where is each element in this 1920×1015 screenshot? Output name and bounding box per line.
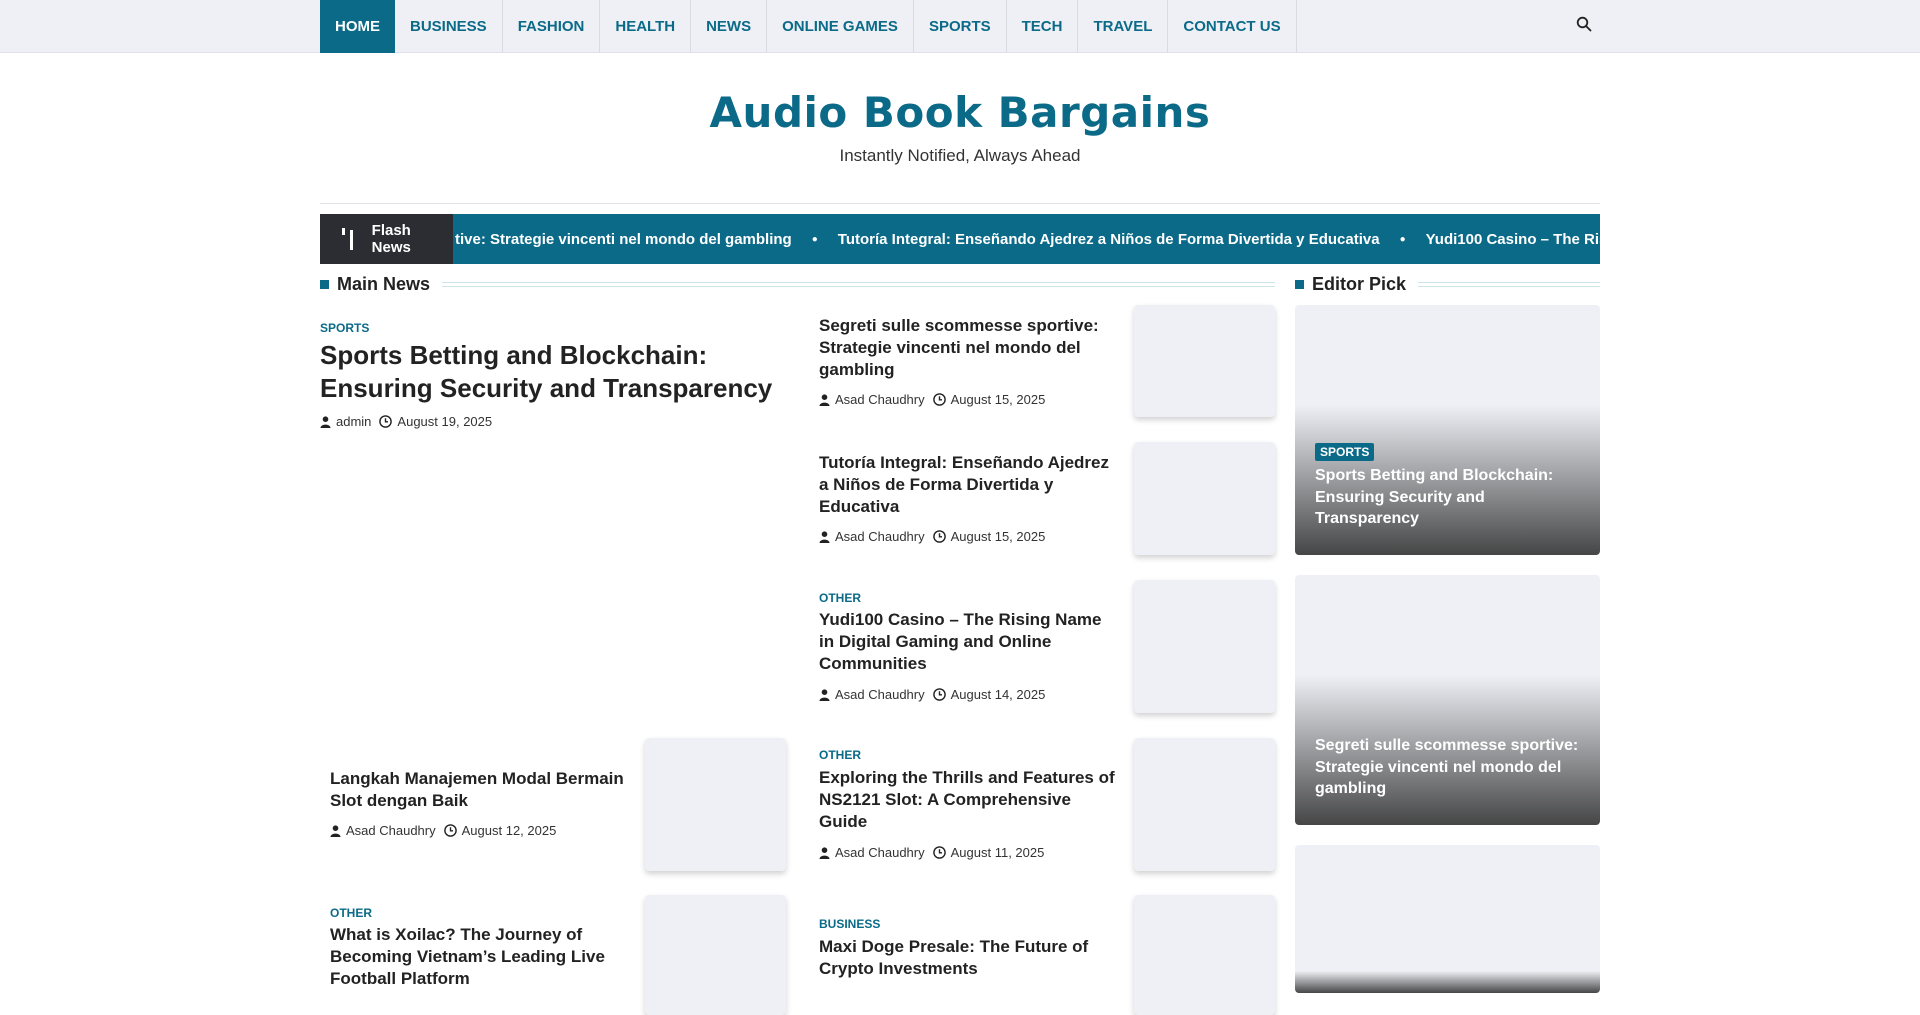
nav-item-health[interactable]: HEALTH bbox=[600, 0, 692, 53]
nav-item-contact-us[interactable]: CONTACT US bbox=[1168, 0, 1297, 53]
article-date[interactable]: August 14, 2025 bbox=[951, 687, 1046, 702]
article-thumbnail[interactable] bbox=[645, 895, 786, 1015]
category-badge[interactable]: SPORTS bbox=[1315, 443, 1375, 461]
article-category[interactable]: BUSINESS bbox=[819, 917, 880, 931]
article-date[interactable]: August 12, 2025 bbox=[462, 823, 557, 838]
nav-item-tech[interactable]: TECH bbox=[1007, 0, 1079, 53]
nav-item-home[interactable]: HOME bbox=[320, 0, 395, 53]
article-category[interactable]: OTHER bbox=[330, 906, 372, 920]
article-meta: Asad Chaudhry August 15, 2025 bbox=[819, 392, 1045, 407]
article-author[interactable]: Asad Chaudhry bbox=[835, 687, 925, 702]
clock-icon bbox=[932, 688, 946, 701]
user-icon bbox=[819, 393, 830, 406]
article-date-wrap: August 11, 2025 bbox=[932, 845, 1045, 860]
heading-marker bbox=[1295, 279, 1304, 289]
article-author[interactable]: Asad Chaudhry bbox=[835, 529, 925, 544]
article-date[interactable]: August 11, 2025 bbox=[951, 845, 1045, 860]
clock-icon bbox=[379, 415, 393, 428]
top-navigation-bar: HOME BUSINESS FASHION HEALTH NEWS ONLINE… bbox=[0, 0, 1920, 53]
card-overlay bbox=[1295, 970, 1600, 993]
flash-icon bbox=[340, 228, 362, 250]
nav-item-business[interactable]: BUSINESS bbox=[395, 0, 503, 53]
flash-news-ticker: Flash News tive: Strategie vincenti nel … bbox=[320, 214, 1600, 264]
editor-pick-card[interactable]: Segreti sulle scommesse sportive: Strate… bbox=[1295, 575, 1600, 825]
header-divider bbox=[320, 203, 1600, 204]
article-date-wrap: August 15, 2025 bbox=[932, 529, 1046, 544]
flash-news-item[interactable]: Yudi100 Casino – The Rising Na bbox=[1426, 231, 1600, 248]
article-author[interactable]: Asad Chaudhry bbox=[346, 823, 436, 838]
flash-news-item[interactable]: Tutoría Integral: Enseñando Ajedrez a Ni… bbox=[838, 231, 1380, 248]
user-icon bbox=[819, 530, 830, 543]
clock-icon bbox=[932, 846, 946, 859]
clock-icon bbox=[932, 393, 946, 406]
clock-icon bbox=[932, 530, 946, 543]
site-tagline: Instantly Notified, Always Ahead bbox=[839, 146, 1081, 165]
nav-item-news[interactable]: NEWS bbox=[691, 0, 768, 53]
user-icon bbox=[819, 846, 830, 859]
editor-pick-title[interactable]: Segreti sulle scommesse sportive: Strate… bbox=[1315, 735, 1580, 800]
article-date-wrap: August 12, 2025 bbox=[443, 823, 557, 838]
featured-title[interactable]: Sports Betting and Blockchain: Ensuring … bbox=[320, 339, 790, 406]
article-title[interactable]: Tutoría Integral: Enseñando Ajedrez a Ni… bbox=[819, 452, 1119, 518]
article-thumbnail[interactable] bbox=[1134, 305, 1275, 417]
user-icon bbox=[320, 415, 331, 428]
article-meta: Asad Chaudhry August 15, 2025 bbox=[819, 529, 1045, 544]
main-menu: HOME BUSINESS FASHION HEALTH NEWS ONLINE… bbox=[320, 0, 1297, 53]
flash-news-label: Flash News bbox=[320, 214, 453, 264]
main-news-heading: Main News bbox=[320, 273, 1275, 295]
article-date[interactable]: August 15, 2025 bbox=[951, 529, 1046, 544]
search-icon[interactable] bbox=[1576, 16, 1596, 36]
article-author[interactable]: Asad Chaudhry bbox=[835, 845, 925, 860]
featured-meta: admin August 19, 2025 bbox=[320, 414, 492, 429]
article-thumbnail[interactable] bbox=[1134, 895, 1275, 1015]
article-title[interactable]: Segreti sulle scommesse sportive: Strate… bbox=[819, 315, 1119, 381]
nav-item-online-games[interactable]: ONLINE GAMES bbox=[767, 0, 914, 53]
article-meta: Asad Chaudhry August 14, 2025 bbox=[819, 687, 1045, 702]
article-meta: Asad Chaudhry August 12, 2025 bbox=[330, 823, 556, 838]
article-thumbnail[interactable] bbox=[1134, 738, 1275, 871]
flash-separator: ● bbox=[811, 233, 818, 245]
clock-icon bbox=[443, 824, 457, 837]
editor-pick-heading-text: Editor Pick bbox=[1312, 273, 1407, 294]
user-icon bbox=[819, 688, 830, 701]
article-title[interactable]: Langkah Manajemen Modal Bermain Slot den… bbox=[330, 768, 630, 812]
article-meta: Asad Chaudhry August 11, 2025 bbox=[819, 845, 1044, 860]
article-thumbnail[interactable] bbox=[1134, 580, 1275, 713]
article-thumbnail[interactable] bbox=[1134, 442, 1275, 555]
article-category[interactable]: OTHER bbox=[819, 591, 861, 605]
main-news-heading-text: Main News bbox=[337, 273, 431, 294]
editor-pick-heading: Editor Pick bbox=[1295, 273, 1600, 295]
nav-item-sports[interactable]: SPORTS bbox=[914, 0, 1007, 53]
article-title[interactable]: Exploring the Thrills and Features of NS… bbox=[819, 767, 1119, 833]
article-author[interactable]: Asad Chaudhry bbox=[835, 392, 925, 407]
nav-item-travel[interactable]: TRAVEL bbox=[1078, 0, 1169, 53]
editor-pick-title[interactable]: Sports Betting and Blockchain: Ensuring … bbox=[1315, 465, 1580, 530]
site-title[interactable]: Audio Book Bargains bbox=[0, 88, 1920, 137]
featured-category[interactable]: SPORTS bbox=[320, 321, 369, 335]
featured-date-wrap: August 19, 2025 bbox=[379, 414, 492, 429]
flash-separator: ● bbox=[1399, 233, 1406, 245]
article-date-wrap: August 14, 2025 bbox=[932, 687, 1046, 702]
article-title[interactable]: Yudi100 Casino – The Rising Name in Digi… bbox=[819, 609, 1119, 675]
user-icon bbox=[330, 824, 341, 837]
flash-news-item[interactable]: tive: Strategie vincenti nel mondo del g… bbox=[455, 231, 792, 248]
heading-rule bbox=[1418, 281, 1600, 287]
heading-marker bbox=[320, 279, 329, 289]
featured-date[interactable]: August 19, 2025 bbox=[397, 414, 492, 429]
featured-author[interactable]: admin bbox=[336, 414, 371, 429]
flash-news-label-text: Flash News bbox=[371, 222, 411, 256]
editor-pick-card[interactable]: SPORTS Sports Betting and Blockchain: En… bbox=[1295, 305, 1600, 555]
article-date[interactable]: August 15, 2025 bbox=[951, 392, 1046, 407]
article-title[interactable]: Maxi Doge Presale: The Future of Crypto … bbox=[819, 936, 1119, 980]
article-date-wrap: August 15, 2025 bbox=[932, 392, 1046, 407]
heading-rule bbox=[442, 281, 1275, 287]
article-title[interactable]: What is Xoilac? The Journey of Becoming … bbox=[330, 924, 630, 990]
flash-news-track: tive: Strategie vincenti nel mondo del g… bbox=[455, 214, 1600, 264]
article-thumbnail[interactable] bbox=[645, 738, 786, 871]
nav-item-fashion[interactable]: FASHION bbox=[503, 0, 601, 53]
article-category[interactable]: OTHER bbox=[819, 748, 861, 762]
editor-pick-card[interactable] bbox=[1295, 845, 1600, 993]
